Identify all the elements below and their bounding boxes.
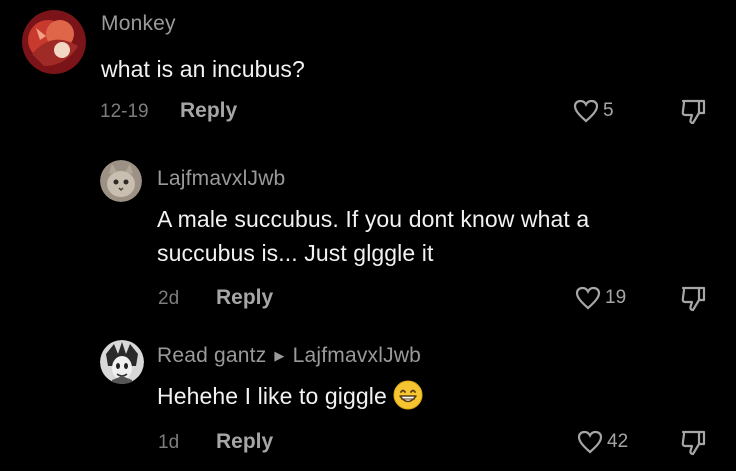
reply-button[interactable]: Reply bbox=[216, 286, 273, 310]
comment-username[interactable]: Read gantz bbox=[157, 344, 266, 367]
comment-date: 1d bbox=[158, 432, 180, 453]
like-button[interactable]: 19 bbox=[575, 286, 626, 310]
anime-avatar[interactable] bbox=[100, 340, 144, 384]
like-button[interactable]: 42 bbox=[577, 430, 628, 454]
heart-icon bbox=[573, 99, 599, 123]
dislike-button[interactable] bbox=[680, 285, 706, 318]
comment-text-line-2: succubus is... Just glggle it bbox=[157, 240, 434, 266]
like-count: 5 bbox=[603, 100, 614, 121]
reply-to-username[interactable]: LajfmavxlJwb bbox=[293, 344, 421, 367]
like-count: 19 bbox=[605, 287, 627, 308]
comment-text-row: Hehehe I like to giggle bbox=[157, 379, 423, 419]
comment-thread: Monkey what is an incubus? 12-19 Reply 5 bbox=[0, 0, 736, 471]
dislike-button[interactable] bbox=[680, 429, 706, 462]
reply-arrow-icon: ▶ bbox=[274, 348, 285, 363]
grinning-face-emoji-icon bbox=[393, 380, 423, 419]
like-count: 42 bbox=[607, 431, 629, 452]
dislike-button[interactable] bbox=[680, 98, 706, 131]
like-button[interactable]: 5 bbox=[573, 99, 614, 123]
comment-text: what is an incubus? bbox=[101, 56, 305, 82]
comment-date: 2d bbox=[158, 288, 180, 309]
thumbs-down-icon bbox=[681, 99, 706, 125]
comment-date: 12-19 bbox=[100, 101, 149, 122]
thumbs-down-icon bbox=[681, 430, 706, 456]
heart-icon bbox=[575, 286, 601, 310]
comment-username[interactable]: Monkey bbox=[101, 12, 176, 36]
reply-button[interactable]: Reply bbox=[180, 99, 237, 123]
monkey-avatar[interactable] bbox=[22, 10, 86, 74]
comment-username[interactable]: LajfmavxlJwb bbox=[157, 167, 285, 191]
comment-text: Hehehe I like to giggle bbox=[157, 383, 387, 409]
thumbs-down-icon bbox=[681, 286, 706, 312]
comment-username-row: Read gantz ▶ LajfmavxlJwb bbox=[157, 344, 421, 368]
reply-button[interactable]: Reply bbox=[216, 430, 273, 454]
comment-text-line-1: A male succubus. If you dont know what a bbox=[157, 206, 590, 232]
heart-icon bbox=[577, 430, 603, 454]
cat-avatar[interactable] bbox=[100, 160, 142, 202]
